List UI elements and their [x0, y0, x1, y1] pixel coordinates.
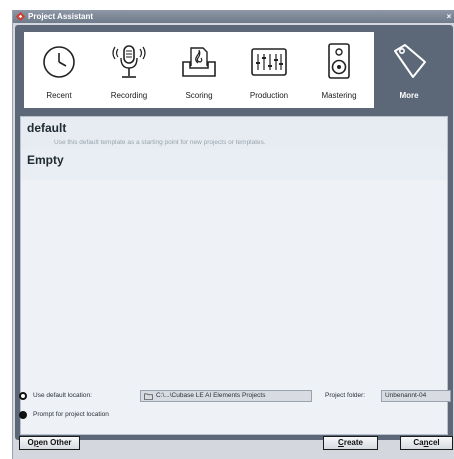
- category-label: Recent: [46, 91, 72, 100]
- cubase-logo-icon: [16, 12, 25, 21]
- template-item-default[interactable]: default Use this default template as a s…: [21, 117, 447, 149]
- category-production[interactable]: Production: [234, 32, 304, 108]
- speaker-icon: [328, 43, 350, 79]
- category-recent[interactable]: Recent: [24, 32, 94, 108]
- clock-icon: [43, 46, 75, 78]
- tag-icon: [394, 44, 426, 78]
- prompt-location-radio[interactable]: [19, 411, 27, 419]
- category-label: Mastering: [321, 91, 357, 100]
- folder-icon: [144, 393, 153, 400]
- project-folder-label: Project folder:: [325, 392, 366, 399]
- template-description: Use this default template as a starting …: [54, 139, 266, 146]
- category-more[interactable]: More: [374, 32, 444, 108]
- content-frame: Recent Recording Scoring Production Mast…: [15, 25, 453, 440]
- button-label: cel: [428, 438, 440, 447]
- project-folder-input[interactable]: Unbenannt-04: [381, 390, 451, 402]
- button-label: en Other: [38, 438, 72, 447]
- default-location-label: Use default location:: [33, 392, 92, 399]
- category-label: Production: [249, 91, 289, 100]
- template-name: Empty: [27, 153, 64, 167]
- create-button[interactable]: Create: [323, 436, 378, 450]
- button-label: reate: [343, 438, 363, 447]
- microphone-icon: [112, 45, 146, 78]
- prompt-location-row: Prompt for project location: [18, 409, 218, 421]
- button-label: Ca: [413, 438, 424, 447]
- open-other-button[interactable]: Open Other: [19, 436, 80, 450]
- category-label: Recording: [110, 91, 148, 100]
- template-name: default: [27, 121, 67, 135]
- category-recording[interactable]: Recording: [94, 32, 164, 108]
- category-label: Scoring: [185, 91, 213, 100]
- category-bar: Recent Recording Scoring Production Mast…: [24, 32, 444, 108]
- mixer-icon: [251, 48, 287, 76]
- window-title: Project Assistant: [28, 12, 94, 21]
- location-path-field[interactable]: C:\...\Cubase LE AI Elements Projects: [140, 390, 312, 402]
- category-scoring[interactable]: Scoring: [164, 32, 234, 108]
- close-button[interactable]: ×: [444, 10, 454, 23]
- template-item-empty[interactable]: Empty: [21, 149, 447, 180]
- project-assistant-window: Project Assistant × Recent Recording Sco…: [12, 10, 454, 459]
- category-mastering[interactable]: Mastering: [304, 32, 374, 108]
- default-location-radio[interactable]: [19, 392, 27, 400]
- location-path: C:\...\Cubase LE AI Elements Projects: [156, 392, 266, 399]
- score-icon: [182, 47, 216, 77]
- cancel-button[interactable]: Cancel: [400, 436, 453, 450]
- prompt-location-label: Prompt for project location: [33, 411, 109, 418]
- template-list[interactable]: default Use this default template as a s…: [20, 116, 448, 435]
- category-label: More: [399, 91, 419, 100]
- default-location-row: Use default location: C:\...\Cubase LE A…: [18, 389, 454, 404]
- title-bar[interactable]: Project Assistant ×: [13, 10, 454, 23]
